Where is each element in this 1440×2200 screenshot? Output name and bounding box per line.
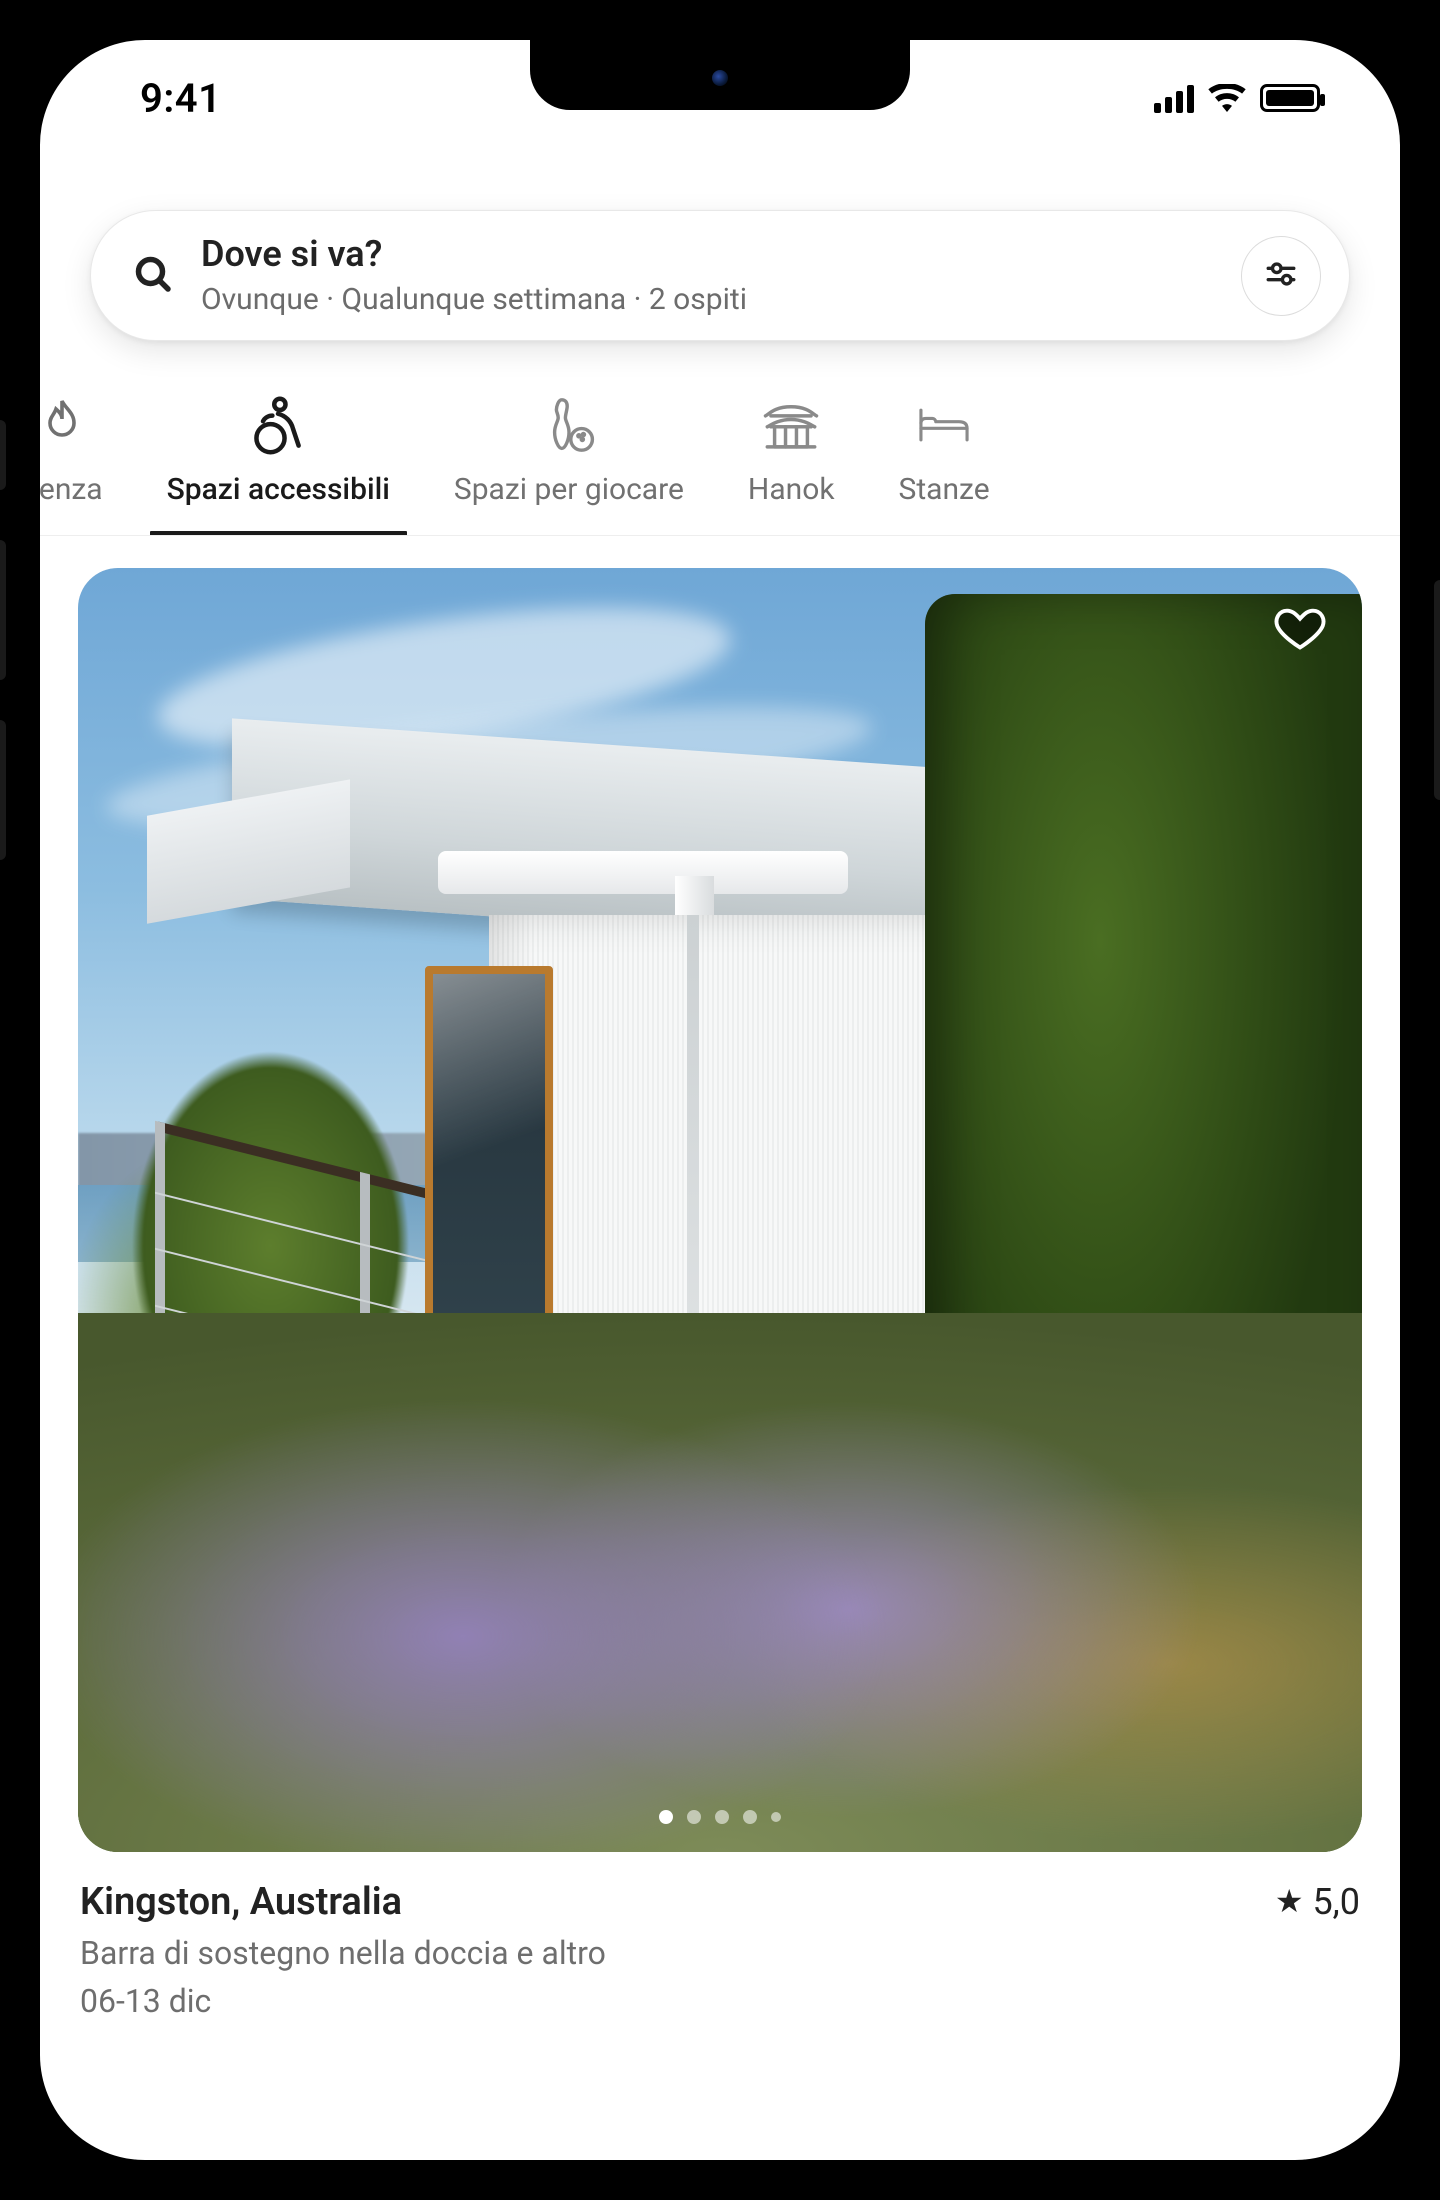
phone-side-button: [0, 720, 6, 860]
phone-side-button: [0, 540, 6, 680]
category-tabs[interactable]: denza Spazi accessibili: [40, 366, 1400, 536]
wheelchair-icon: [248, 394, 308, 456]
cellular-signal-icon: [1154, 83, 1194, 113]
notch: [530, 40, 910, 110]
search-subtitle: Ovunque · Qualunque settimana · 2 ospiti: [201, 282, 1213, 318]
tab-label: Hanok: [748, 472, 835, 507]
search-icon: [133, 254, 173, 298]
carousel-dots[interactable]: [659, 1810, 781, 1824]
screen: 9:41: [40, 40, 1400, 2160]
filter-icon: [1264, 257, 1298, 295]
bowling-icon: [542, 394, 596, 456]
status-time: 9:41: [140, 75, 221, 122]
hanok-icon: [760, 394, 822, 456]
star-icon: ★: [1275, 1882, 1304, 1920]
phone-frame: 9:41: [0, 0, 1440, 2200]
tab-trending[interactable]: denza: [40, 376, 135, 535]
wifi-icon: [1208, 84, 1246, 112]
phone-side-button: [1434, 580, 1440, 800]
flame-icon: [40, 394, 87, 456]
search-bar[interactable]: Dove si va? Ovunque · Qualunque settiman…: [90, 210, 1350, 341]
phone-side-button: [0, 420, 6, 490]
search-title: Dove si va?: [201, 233, 1213, 276]
listing-card[interactable]: Kingston, Australia ★ 5,0 Barra di soste…: [78, 568, 1362, 2020]
tab-play[interactable]: Spazi per giocare: [422, 376, 716, 535]
filter-button[interactable]: [1241, 236, 1321, 316]
heart-icon: [1274, 604, 1326, 656]
battery-icon: [1260, 84, 1320, 112]
tab-label: Spazi per giocare: [454, 472, 684, 507]
tab-accessible[interactable]: Spazi accessibili: [135, 376, 422, 535]
listing-feature-line: Barra di sostegno nella doccia e altro: [80, 1934, 1360, 1972]
listing-location: Kingston, Australia: [80, 1880, 402, 1924]
wishlist-button[interactable]: [1268, 598, 1332, 662]
tab-label: Spazi accessibili: [167, 472, 390, 507]
listing-image[interactable]: [78, 568, 1362, 1852]
listing-rating: ★ 5,0: [1275, 1881, 1360, 1923]
tab-hanok[interactable]: Hanok: [716, 376, 867, 535]
tab-label: denza: [40, 472, 103, 507]
tab-rooms[interactable]: Stanze: [867, 376, 1022, 535]
bed-icon: [916, 394, 972, 456]
listing-date-line: 06-13 dic: [80, 1982, 1360, 2020]
tab-label: Stanze: [899, 472, 990, 507]
